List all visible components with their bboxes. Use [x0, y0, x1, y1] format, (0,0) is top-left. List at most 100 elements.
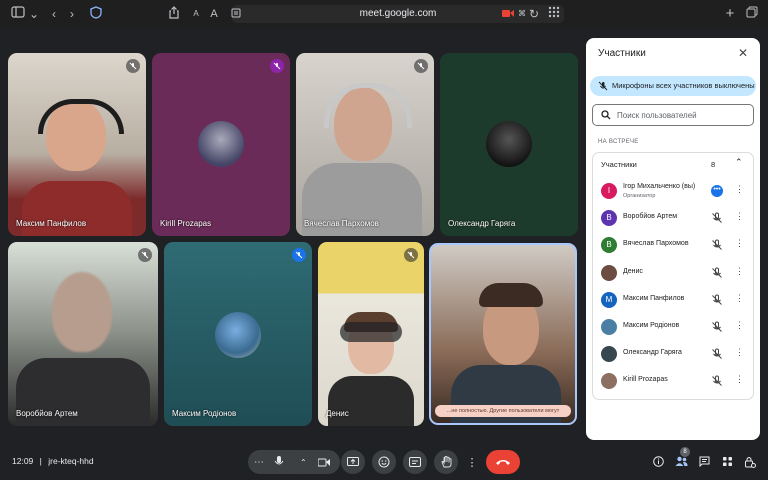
all-muted-text: Микрофоны всех участников выключены — [612, 81, 755, 90]
avatar: В — [601, 237, 617, 254]
mic-off-icon — [138, 248, 152, 262]
participant-name: Максим Панфилов — [16, 219, 87, 228]
separator: | — [39, 456, 42, 466]
participant-row[interactable]: В Воробйов Артем ⋮ — [593, 205, 753, 232]
activities-icon[interactable] — [720, 456, 734, 470]
participant-row[interactable]: I Ігор Михальченко (вы) Организатор ••• ⋮ — [593, 178, 753, 205]
people-icon[interactable]: 8 — [674, 447, 690, 470]
mic-off-icon — [270, 59, 284, 73]
participant-row[interactable]: В Вячеслав Пархомов ⋮ — [593, 232, 753, 259]
present-button[interactable] — [341, 450, 365, 474]
avatar: I — [601, 183, 617, 199]
all-muted-banner: Микрофоны всех участников выключены — [590, 76, 756, 96]
participant-row[interactable]: Денис ⋮ — [593, 260, 753, 287]
meeting-code: jre-kteq-hhd — [48, 456, 94, 466]
grid-icon[interactable] — [546, 6, 562, 22]
avatar — [601, 373, 617, 390]
participant-row[interactable]: Максим Родіонов ⋮ — [593, 314, 753, 341]
reload-icon[interactable]: ↻ — [526, 6, 542, 22]
emoji-icon — [378, 456, 390, 468]
video-tile-oleksandr-hariaha[interactable]: Олександр Гаряга — [440, 53, 578, 236]
more-audio-icon[interactable]: ⋯ — [254, 457, 264, 468]
avatar: В — [601, 210, 617, 227]
participants-panel: Участники ✕ Микрофоны всех участников вы… — [586, 38, 760, 440]
more-vert-icon[interactable]: ⋮ — [735, 184, 744, 195]
participants-header[interactable]: Участники 8 ⌃ — [593, 153, 753, 175]
text-large-icon[interactable]: A — [206, 6, 222, 22]
participant-role: Организатор — [623, 193, 656, 199]
more-vert-icon[interactable]: ⋮ — [735, 374, 744, 385]
tile-hover-controls[interactable] — [340, 322, 402, 342]
participant-row[interactable]: М Максим Панфилов ⋮ — [593, 287, 753, 314]
close-icon[interactable]: ✕ — [738, 46, 748, 60]
section-label: НА ВСТРЕЧЕ — [598, 139, 639, 145]
more-vert-icon[interactable]: ⋮ — [735, 211, 744, 222]
participant-name: Максим Панфилов — [623, 294, 685, 302]
video-tile-denys[interactable]: Денис — [318, 242, 424, 426]
avatar — [601, 264, 617, 281]
mic-off-icon[interactable] — [711, 212, 723, 224]
search-icon — [601, 110, 611, 120]
participants-header-label: Участники — [601, 160, 637, 169]
more-vert-icon[interactable]: ⋮ — [735, 320, 744, 331]
mic-off-icon[interactable] — [711, 375, 723, 387]
participant-name: Воробйов Артем — [623, 213, 678, 221]
raise-hand-button[interactable] — [434, 450, 458, 474]
video-tile-maksym-panfilov[interactable]: Максим Панфилов — [8, 53, 146, 236]
participant-name: Олександр Гаряга — [448, 219, 516, 228]
info-icon[interactable] — [651, 456, 665, 470]
participant-name: Ігор Михальченко (вы) — [623, 183, 696, 190]
call-end-icon — [496, 460, 510, 465]
panel-title: Участники — [598, 48, 646, 59]
mic-off-icon[interactable] — [711, 239, 723, 251]
shield-icon[interactable] — [88, 6, 104, 22]
mic-off-icon[interactable] — [711, 267, 723, 279]
address-bar[interactable]: meet.google.com ⌘ ↻ — [231, 5, 564, 23]
meeting-time: 12:09 — [12, 456, 34, 466]
mic-off-icon[interactable] — [711, 348, 723, 360]
more-vert-icon: ⋮ — [466, 456, 478, 469]
avatar — [198, 121, 244, 167]
captions-button[interactable] — [403, 450, 427, 474]
participant-row[interactable]: Олександр Гаряга ⋮ — [593, 341, 753, 368]
mic-off-icon[interactable] — [711, 321, 723, 333]
video-tile-self[interactable]: ...не полностью. Другие пользователи мог… — [429, 243, 577, 425]
video-tile-vorobiov-artem[interactable]: Воробйов Артем — [8, 242, 158, 426]
participant-name: Воробйов Артем — [16, 409, 78, 418]
video-tile-maksym-rodionov[interactable]: Максим Родіонов — [164, 242, 312, 426]
participant-row[interactable]: Kirill Prozapas ⋮ — [593, 368, 753, 395]
forward-icon[interactable]: › — [64, 6, 80, 22]
host-controls-icon[interactable] — [743, 456, 757, 470]
video-tile-viacheslav-parkhomov[interactable]: Вячеслав Пархомов — [296, 53, 434, 236]
search-input[interactable]: Поиск пользователей — [592, 104, 754, 126]
more-vert-icon[interactable]: ⋮ — [735, 238, 744, 249]
avatar: М — [601, 291, 617, 308]
mic-off-icon — [414, 59, 428, 73]
video-tile-kirill-prozapas[interactable]: Kirill Prozapas — [152, 53, 290, 236]
chevron-up-icon[interactable]: ⌃ — [300, 458, 307, 467]
sidebar-icon[interactable] — [10, 6, 26, 22]
camera-button[interactable]: ⌃ — [292, 450, 340, 474]
tabs-icon[interactable] — [744, 6, 760, 22]
participant-name: Вячеслав Пархомов — [304, 219, 379, 228]
hand-icon — [441, 456, 451, 468]
share-icon[interactable] — [166, 6, 182, 22]
captions-icon — [409, 457, 421, 467]
participant-name: Вячеслав Пархомов — [623, 240, 689, 248]
videocam-icon — [318, 458, 330, 467]
mic-off-icon[interactable] — [711, 294, 723, 306]
avatar — [486, 121, 532, 167]
chevron-down-icon[interactable]: ⌄ — [26, 6, 42, 22]
more-options-button[interactable]: ⋮ — [462, 450, 482, 474]
new-tab-icon[interactable]: + — [722, 6, 738, 22]
leave-call-button[interactable] — [486, 450, 520, 474]
back-icon[interactable]: ‹ — [46, 6, 62, 22]
more-vert-icon[interactable]: ⋮ — [735, 266, 744, 277]
more-vert-icon[interactable]: ⋮ — [735, 293, 744, 304]
text-small-icon[interactable]: A — [188, 6, 204, 22]
reactions-button[interactable] — [372, 450, 396, 474]
chat-icon[interactable] — [697, 456, 711, 470]
participant-name: Максим Родіонов — [172, 409, 237, 418]
more-vert-icon[interactable]: ⋮ — [735, 347, 744, 358]
chevron-up-icon[interactable]: ⌃ — [735, 157, 743, 168]
